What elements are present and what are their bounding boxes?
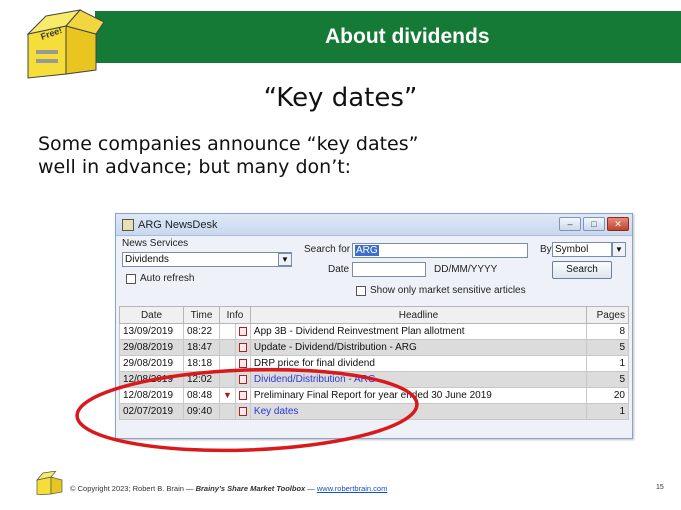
window-title: ARG NewsDesk [138, 218, 218, 231]
search-for-value: ARG [355, 245, 379, 256]
maximize-button[interactable]: □ [583, 217, 605, 231]
cell-pages: 1 [586, 403, 629, 420]
date-format-hint: DD/MM/YYYY [434, 264, 498, 275]
column-header-time[interactable]: Time [183, 306, 220, 324]
cell-pages: 5 [586, 371, 629, 388]
cell-time: 18:47 [183, 339, 220, 356]
footer-box-icon [36, 471, 63, 495]
highlight-ellipse [75, 367, 419, 453]
window-titlebar[interactable]: ARG NewsDesk [116, 214, 632, 236]
date-label: Date [328, 264, 350, 275]
cell-headline[interactable]: Update - Dividend/Distribution - ARG [249, 339, 588, 356]
footer-separator: — [305, 484, 317, 493]
table-row[interactable]: 13/09/2019 08:22 App 3B - Dividend Reinv… [119, 323, 629, 340]
cell-headline[interactable]: App 3B - Dividend Reinvestment Plan allo… [249, 323, 588, 340]
cell-info[interactable] [234, 339, 251, 356]
copyright-text: © Copyright 2023; Robert B. Brain — [70, 484, 196, 493]
website-link[interactable]: www.robertbrain.com [317, 484, 387, 493]
cell-pages: 5 [586, 339, 629, 356]
chevron-down-icon[interactable]: ▼ [278, 253, 292, 266]
close-button[interactable]: ✕ [607, 217, 629, 231]
pdf-document-icon[interactable] [238, 326, 247, 336]
search-button[interactable]: Search [552, 261, 612, 279]
cell-info[interactable] [234, 323, 251, 340]
column-header-info[interactable]: Info [219, 306, 251, 324]
auto-refresh-label: Auto refresh [140, 273, 195, 284]
by-dropdown[interactable]: Symbol [552, 242, 612, 257]
news-services-label: News Services [122, 238, 189, 249]
search-controls: News Services Dividends ▼ Auto refresh S… [116, 236, 632, 304]
free-box-logo: Free! [26, 9, 104, 79]
page-number: 15 [656, 484, 664, 491]
slide-body: Some companies announce “key dates” well… [38, 133, 419, 179]
cell-pages: 1 [586, 355, 629, 372]
cell-time: 08:22 [183, 323, 220, 340]
body-line-1: Some companies announce “key dates” [38, 133, 419, 155]
cell-pages: 8 [586, 323, 629, 340]
cell-date: 13/09/2019 [119, 323, 184, 340]
footer-copyright: © Copyright 2023; Robert B. Brain — Brai… [70, 484, 387, 493]
chevron-down-icon[interactable]: ▼ [612, 242, 626, 257]
cell-flag [219, 339, 236, 356]
book-title: Brainy’s Share Market Toolbox [195, 484, 306, 493]
market-sensitive-checkbox[interactable] [356, 286, 366, 296]
cell-date: 29/08/2019 [119, 339, 184, 356]
table-row[interactable]: 29/08/2019 18:47 Update - Dividend/Distr… [119, 339, 629, 356]
by-label: By [540, 244, 552, 255]
window-buttons: – □ ✕ [559, 217, 629, 231]
column-header-pages[interactable]: Pages [586, 306, 629, 324]
market-sensitive-label: Show only market sensitive articles [370, 285, 526, 296]
news-services-dropdown[interactable]: Dividends [122, 252, 292, 267]
minimize-button[interactable]: – [559, 217, 581, 231]
table-header-row: Date Time Info Headline Pages [119, 306, 629, 324]
slide-title: About dividends [325, 25, 490, 48]
column-header-date[interactable]: Date [119, 306, 184, 324]
pdf-document-icon[interactable] [238, 342, 247, 352]
date-input[interactable] [352, 262, 426, 277]
column-header-headline[interactable]: Headline [249, 306, 588, 324]
auto-refresh-checkbox[interactable] [126, 274, 136, 284]
cell-pages: 20 [586, 387, 629, 404]
slide-heading: “Key dates” [263, 83, 418, 113]
newsdesk-app-icon [122, 218, 134, 231]
cell-flag [219, 323, 236, 340]
search-for-label: Search for [304, 244, 351, 255]
body-line-2: well in advance; but many don’t: [38, 156, 352, 178]
search-for-input[interactable]: ARG [352, 243, 528, 258]
